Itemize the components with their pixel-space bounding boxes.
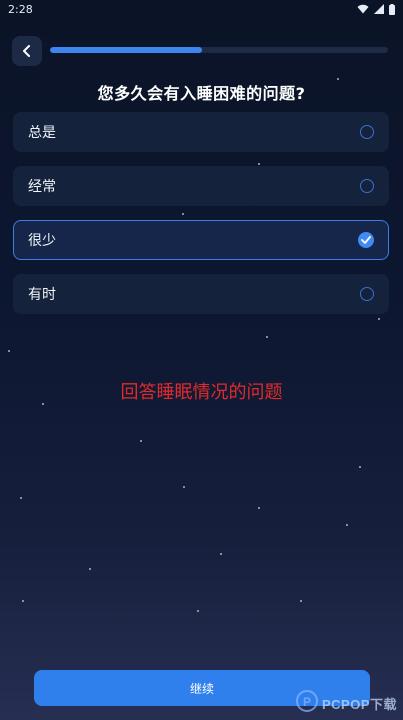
option-label: 很少 [28, 233, 56, 249]
option-label: 有时 [28, 287, 56, 303]
signal-icon [374, 4, 384, 14]
option-label: 总是 [28, 125, 56, 141]
battery-icon [389, 3, 395, 15]
progress-fill [50, 47, 203, 53]
option-often[interactable]: 经常 [13, 166, 389, 206]
annotation-caption: 回答睡眠情况的问题 [120, 382, 283, 403]
option-label: 经常 [28, 179, 56, 195]
wifi-icon [357, 4, 369, 14]
back-button[interactable] [12, 36, 42, 66]
progress-bar [50, 47, 388, 53]
option-sometimes[interactable]: 有时 [13, 274, 389, 314]
radio-checked-icon[interactable] [358, 232, 374, 248]
option-always[interactable]: 总是 [13, 112, 389, 152]
watermark-text: PCPOP下载 [321, 696, 397, 712]
svg-text:P: P [303, 695, 311, 709]
status-time: 2:28 [8, 2, 33, 16]
starfield-background [0, 0, 403, 720]
watermark: P PCPOP下载 [295, 690, 397, 716]
watermark-logo-icon: P [295, 690, 318, 716]
radio-unchecked-icon[interactable] [360, 179, 374, 193]
radio-unchecked-icon[interactable] [360, 125, 374, 139]
option-rarely[interactable]: 很少 [13, 220, 389, 260]
radio-unchecked-icon[interactable] [360, 287, 374, 301]
status-bar: 2:28 [0, 0, 403, 18]
chevron-left-icon [22, 42, 32, 61]
question-title: 您多久会有入睡困难的问题? [97, 84, 306, 103]
